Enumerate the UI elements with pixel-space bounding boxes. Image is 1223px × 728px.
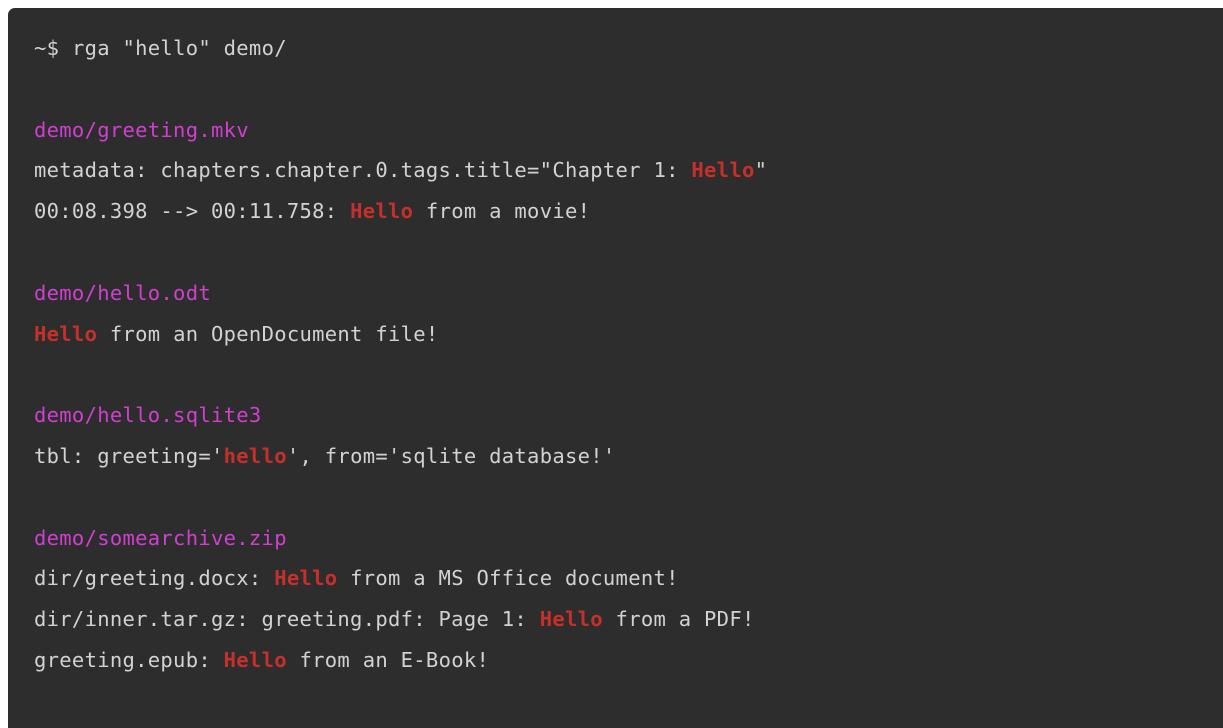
- result-line: tbl: greeting='hello', from='sqlite data…: [34, 436, 1223, 477]
- search-match: Hello: [691, 158, 755, 183]
- output-text: greeting.epub:: [34, 647, 224, 672]
- search-match: Hello: [274, 566, 338, 591]
- terminal-output[interactable]: ~$ rga "hello" demo/ demo/greeting.mkv me…: [34, 28, 1223, 681]
- result-line: Hello from an OpenDocument file!: [34, 314, 1223, 355]
- result-filename[interactable]: demo/hello.odt: [34, 281, 211, 305]
- result-filename[interactable]: demo/greeting.mkv: [34, 118, 249, 142]
- result-file-header: demo/greeting.mkv: [34, 110, 1223, 151]
- output-text: rga "hello" demo/: [71, 36, 287, 60]
- command-line: ~$ rga "hello" demo/: [34, 28, 1223, 69]
- output-text: ', from='sqlite database!': [286, 443, 616, 468]
- terminal-window[interactable]: ~$ rga "hello" demo/ demo/greeting.mkv me…: [8, 8, 1223, 728]
- screen: ~$ rga "hello" demo/ demo/greeting.mkv me…: [0, 0, 1223, 728]
- search-match: Hello: [350, 199, 414, 224]
- shell-prompt: ~$: [34, 36, 72, 60]
- result-file-header: demo/somearchive.zip: [34, 518, 1223, 559]
- output-text: metadata: chapters.chapter.0.tags.title=…: [34, 158, 692, 183]
- output-text: ": [754, 158, 768, 183]
- result-line: metadata: chapters.chapter.0.tags.title=…: [34, 150, 1223, 191]
- search-match: Hello: [223, 647, 287, 672]
- search-match: Hello: [539, 607, 603, 632]
- output-text: from a MS Office document!: [337, 566, 679, 591]
- output-text: from an E-Book!: [286, 647, 490, 672]
- result-line: dir/inner.tar.gz: greeting.pdf: Page 1: …: [34, 599, 1223, 640]
- output-text: dir/greeting.docx:: [34, 566, 275, 591]
- output-text: tbl: greeting=': [34, 443, 224, 468]
- output-text: 00:08.398 --> 00:11.758:: [34, 199, 351, 224]
- output-text: from a movie!: [413, 199, 591, 224]
- output-text: from a PDF!: [602, 607, 755, 632]
- output-text: from an OpenDocument file!: [97, 321, 439, 346]
- result-file-header: demo/hello.sqlite3: [34, 395, 1223, 436]
- search-match: Hello: [34, 321, 98, 346]
- result-filename[interactable]: demo/hello.sqlite3: [34, 403, 262, 427]
- search-match: hello: [223, 443, 287, 468]
- result-file-header: demo/hello.odt: [34, 273, 1223, 314]
- result-line: dir/greeting.docx: Hello from a MS Offic…: [34, 558, 1223, 599]
- output-text: dir/inner.tar.gz: greeting.pdf: Page 1:: [34, 607, 540, 632]
- result-line: greeting.epub: Hello from an E-Book!: [34, 640, 1223, 681]
- result-filename[interactable]: demo/somearchive.zip: [34, 526, 287, 550]
- result-line: 00:08.398 --> 00:11.758: Hello from a mo…: [34, 191, 1223, 232]
